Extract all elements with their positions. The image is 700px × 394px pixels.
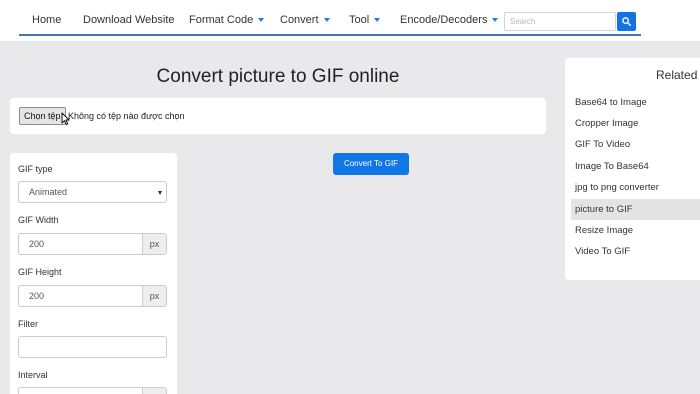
gif-height-label: GIF Height <box>18 267 62 277</box>
nav-format-code[interactable]: Format Code <box>189 14 265 26</box>
nav-encode-decoders[interactable]: Encode/Decoders <box>400 14 499 26</box>
nav-home-label: Home <box>32 14 62 26</box>
mouse-cursor-icon <box>61 112 70 126</box>
interval-unit <box>142 387 167 394</box>
nav-tool[interactable]: Tool <box>349 14 381 26</box>
page-title: Convert picture to GIF online <box>156 66 400 87</box>
caret-down-icon <box>323 18 330 22</box>
select-arrow-icon <box>158 191 162 195</box>
gif-height-unit: px <box>142 285 167 307</box>
search-button[interactable] <box>617 12 636 31</box>
file-picker-card: Chọn tệp Không có tệp nào được chọn <box>10 98 546 134</box>
related-item-video-to-gif[interactable]: Video To GIF <box>571 241 700 262</box>
caret-down-icon <box>258 18 265 22</box>
gif-type-select[interactable]: Animated <box>18 181 167 203</box>
nav-download-website-label: Download Website <box>83 14 175 26</box>
filter-label: Filter <box>18 319 38 329</box>
interval-input[interactable] <box>18 387 142 394</box>
top-navbar: Home Download Website Format Code Conver… <box>0 0 700 41</box>
related-item-base64-to-image[interactable]: Base64 to Image <box>571 92 700 113</box>
gif-height-group: 200 px <box>18 285 167 307</box>
caret-down-icon <box>492 18 499 22</box>
nav-format-code-label: Format Code <box>189 14 254 26</box>
related-item-picture-to-gif[interactable]: picture to GIF <box>571 199 700 220</box>
nav-convert[interactable]: Convert <box>280 14 330 26</box>
search-icon <box>622 17 631 26</box>
related-item-cropper-image[interactable]: Cropper Image <box>571 113 700 134</box>
caret-down-icon <box>374 18 381 22</box>
nav-underline <box>19 34 641 36</box>
related-item-image-to-base64[interactable]: Image To Base64 <box>571 156 700 177</box>
related-item-resize-image[interactable]: Resize Image <box>571 220 700 241</box>
filter-input[interactable] <box>18 336 167 358</box>
choose-file-button[interactable]: Chọn tệp <box>19 107 66 125</box>
related-title: Related <box>656 68 698 82</box>
related-item-jpg-to-png[interactable]: jpg to png converter <box>571 177 700 198</box>
nav-encode-decoders-label: Encode/Decoders <box>400 14 488 26</box>
gif-width-unit: px <box>142 233 167 255</box>
gif-type-label: GIF type <box>18 164 53 174</box>
interval-group <box>18 387 167 394</box>
gif-width-label: GIF Width <box>18 215 59 225</box>
convert-to-gif-button[interactable]: Convert To GIF <box>333 153 409 175</box>
gif-width-input[interactable]: 200 <box>18 233 142 255</box>
interval-label: Interval <box>18 370 48 380</box>
search-input[interactable] <box>504 12 616 31</box>
gif-type-value: Animated <box>29 187 68 197</box>
nav-convert-label: Convert <box>280 14 319 26</box>
nav-home[interactable]: Home <box>32 14 61 26</box>
nav-download-website[interactable]: Download Website <box>83 14 175 26</box>
related-item-gif-to-video[interactable]: GIF To Video <box>571 134 700 155</box>
gif-width-group: 200 px <box>18 233 167 255</box>
related-panel: Related Base64 to Image Cropper Image GI… <box>565 58 700 280</box>
nav-tool-label: Tool <box>349 14 370 26</box>
gif-height-input[interactable]: 200 <box>18 285 142 307</box>
file-status-text: Không có tệp nào được chọn <box>68 111 185 121</box>
